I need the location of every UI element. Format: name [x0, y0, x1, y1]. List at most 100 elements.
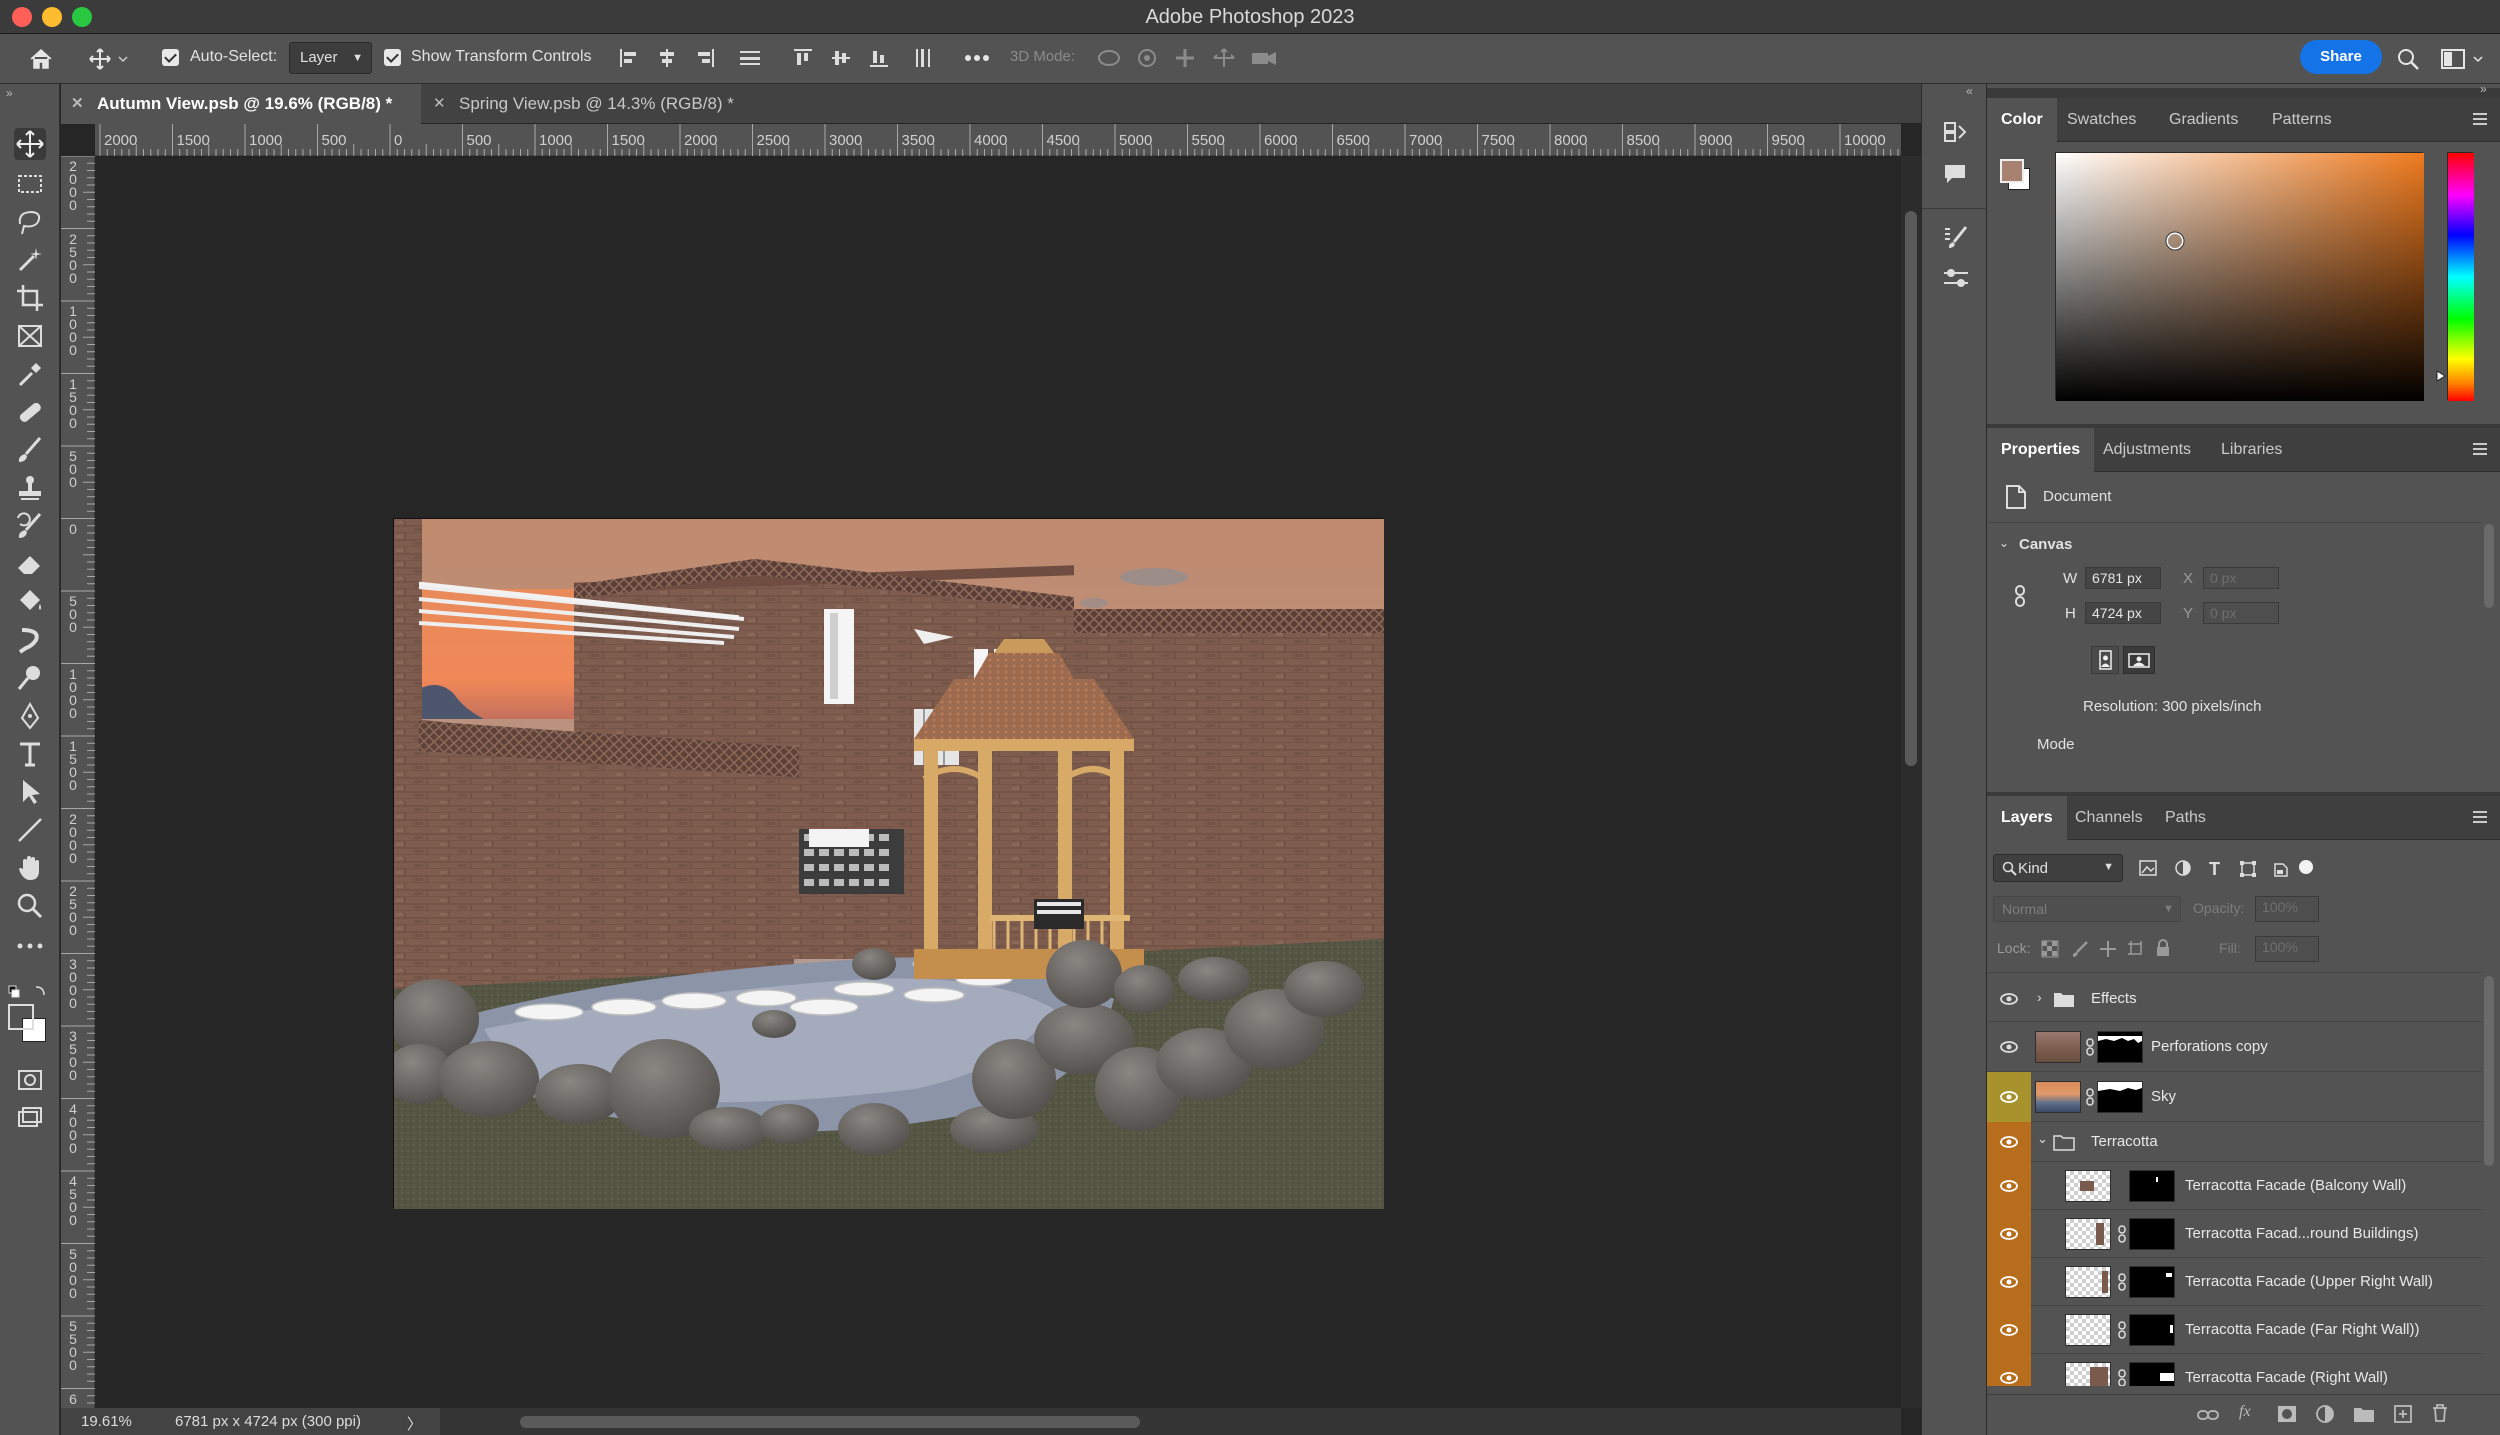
- visibility-eye-icon[interactable]: [1987, 1122, 2031, 1162]
- add-mask-icon[interactable]: [2277, 1405, 2297, 1423]
- tab-adjustments[interactable]: Adjustments: [2089, 428, 2205, 472]
- eraser-tool-icon[interactable]: [14, 548, 46, 580]
- 3d-orbit-icon[interactable]: [1096, 47, 1122, 69]
- visibility-eye-icon[interactable]: [1987, 1354, 2031, 1386]
- foreground-color-swatch[interactable]: [8, 1004, 34, 1030]
- zoom-tool-icon[interactable]: [14, 890, 46, 922]
- home-icon[interactable]: [28, 47, 54, 71]
- horizontal-scrollbar[interactable]: [440, 1408, 1901, 1435]
- document-canvas[interactable]: [393, 518, 1384, 1209]
- chevron-down-icon[interactable]: ⌄: [1999, 536, 2009, 550]
- 3d-slide-icon[interactable]: [1212, 47, 1236, 69]
- line-tool-icon[interactable]: [14, 814, 46, 846]
- pen-tool-icon[interactable]: [14, 700, 46, 732]
- paint-bucket-tool-icon[interactable]: [14, 586, 46, 618]
- brush-settings-panel-icon[interactable]: [1942, 224, 1968, 250]
- visibility-eye-icon[interactable]: [1987, 1258, 2031, 1306]
- align-left-icon[interactable]: [618, 47, 640, 69]
- layer-filter-dropdown[interactable]: Kind ▼: [1993, 854, 2123, 882]
- canvas-width-field[interactable]: 6781 px: [2085, 567, 2161, 589]
- visibility-eye-icon[interactable]: [1987, 1022, 2031, 1072]
- close-tab-icon[interactable]: ✕: [71, 84, 84, 124]
- edit-toolbar-icon[interactable]: [14, 930, 46, 962]
- layer-style-icon[interactable]: fx: [2239, 1403, 2251, 1421]
- eyedropper-tool-icon[interactable]: [14, 358, 46, 390]
- status-menu-arrow[interactable]: 〉: [407, 1413, 422, 1434]
- layer-row-right-wall[interactable]: Terracotta Facade (Right Wall): [1987, 1354, 2482, 1386]
- distribute-horizontal-icon[interactable]: [912, 47, 934, 69]
- hue-slider-handle[interactable]: [2436, 370, 2446, 382]
- tab-patterns[interactable]: Patterns: [2258, 98, 2346, 142]
- auto-select-dropdown[interactable]: Layer ▼: [289, 42, 372, 74]
- properties-scrollbar[interactable]: [2484, 524, 2494, 608]
- canvas-height-field[interactable]: 4724 px: [2085, 602, 2161, 624]
- align-horizontal-center-icon[interactable]: [656, 47, 678, 69]
- visibility-eye-icon[interactable]: [1987, 1162, 2031, 1210]
- layer-row-balcony-wall[interactable]: Terracotta Facade (Balcony Wall): [1987, 1162, 2482, 1210]
- delete-layer-icon[interactable]: [2431, 1403, 2449, 1423]
- quick-mask-icon[interactable]: [14, 1064, 46, 1096]
- layer-row-background-buildings[interactable]: Terracotta Facad...round Buildings): [1987, 1210, 2482, 1258]
- more-options-icon[interactable]: [964, 54, 990, 62]
- 3d-pan-icon[interactable]: [1174, 47, 1196, 69]
- filter-adjustment-icon[interactable]: [2175, 860, 2191, 876]
- align-vertical-center-icon[interactable]: [830, 47, 852, 69]
- panel-menu-icon[interactable]: [2472, 112, 2488, 126]
- chevron-down-icon[interactable]: ⌄: [2037, 1131, 2048, 1147]
- lock-all-icon[interactable]: [2155, 939, 2171, 957]
- filter-shape-icon[interactable]: [2239, 860, 2257, 878]
- move-tool-preset-icon[interactable]: [88, 47, 128, 71]
- crop-tool-icon[interactable]: [14, 282, 46, 314]
- align-top-icon[interactable]: [792, 47, 814, 69]
- filter-pixel-icon[interactable]: [2139, 860, 2157, 876]
- link-icon[interactable]: [2117, 1225, 2127, 1243]
- swap-colors-icon[interactable]: [8, 984, 48, 1000]
- collapse-toolbar-icon[interactable]: »: [6, 86, 13, 100]
- visibility-eye-icon[interactable]: [1987, 1072, 2031, 1122]
- type-tool-icon[interactable]: [14, 738, 46, 770]
- align-bottom-icon[interactable]: [868, 47, 890, 69]
- history-brush-tool-icon[interactable]: [14, 510, 46, 542]
- link-layers-icon[interactable]: [2197, 1407, 2219, 1423]
- blur-tool-icon[interactable]: [14, 624, 46, 656]
- filter-smart-object-icon[interactable]: [2273, 860, 2289, 878]
- chevron-right-icon[interactable]: ›: [2037, 989, 2042, 1005]
- history-panel-icon[interactable]: [1942, 120, 1968, 144]
- expand-panels-icon[interactable]: «: [1966, 84, 1973, 98]
- link-icon[interactable]: [2085, 1038, 2095, 1056]
- visibility-eye-icon[interactable]: [1987, 1306, 2031, 1354]
- lock-transparent-icon[interactable]: [2041, 940, 2059, 958]
- landscape-orientation-icon[interactable]: [2123, 646, 2155, 674]
- close-tab-icon[interactable]: ✕: [433, 84, 446, 124]
- tab-swatches[interactable]: Swatches: [2053, 98, 2150, 142]
- adjustments-panel-icon[interactable]: [1942, 266, 1970, 290]
- distribute-vertical-icon[interactable]: [738, 47, 762, 69]
- link-icon[interactable]: [2117, 1321, 2127, 1339]
- tab-properties[interactable]: Properties: [1987, 428, 2095, 472]
- path-selection-tool-icon[interactable]: [14, 776, 46, 808]
- zoom-level[interactable]: 19.61%: [81, 1413, 132, 1430]
- tab-color[interactable]: Color: [1987, 98, 2057, 142]
- 3d-camera-icon[interactable]: [1250, 47, 1278, 69]
- tab-paths[interactable]: Paths: [2151, 796, 2220, 840]
- tab-channels[interactable]: Channels: [2061, 796, 2157, 840]
- align-right-icon[interactable]: [694, 47, 716, 69]
- frame-tool-icon[interactable]: [14, 320, 46, 352]
- magic-wand-tool-icon[interactable]: [14, 244, 46, 276]
- vertical-scroll-thumb[interactable]: [1905, 211, 1917, 766]
- layer-row-perforations-copy[interactable]: Perforations copy: [1987, 1022, 2482, 1072]
- link-dimensions-icon[interactable]: [2013, 584, 2027, 608]
- screen-mode-icon[interactable]: [14, 1102, 46, 1134]
- tab-libraries[interactable]: Libraries: [2207, 428, 2296, 472]
- layer-row-upper-right-wall[interactable]: Terracotta Facade (Upper Right Wall): [1987, 1258, 2482, 1306]
- visibility-eye-icon[interactable]: [1987, 976, 2031, 1022]
- layers-scrollbar[interactable]: [2484, 976, 2494, 1166]
- clone-stamp-tool-icon[interactable]: [14, 472, 46, 504]
- portrait-orientation-icon[interactable]: [2091, 646, 2119, 674]
- tab-layers[interactable]: Layers: [1987, 796, 2067, 840]
- healing-brush-tool-icon[interactable]: [14, 396, 46, 428]
- 3d-roll-icon[interactable]: [1136, 47, 1158, 69]
- filter-type-icon[interactable]: T: [2209, 859, 2220, 880]
- layer-row-terracotta[interactable]: ⌄ Terracotta: [1987, 1122, 2482, 1162]
- color-panel-foreground-swatch[interactable]: [2000, 159, 2024, 183]
